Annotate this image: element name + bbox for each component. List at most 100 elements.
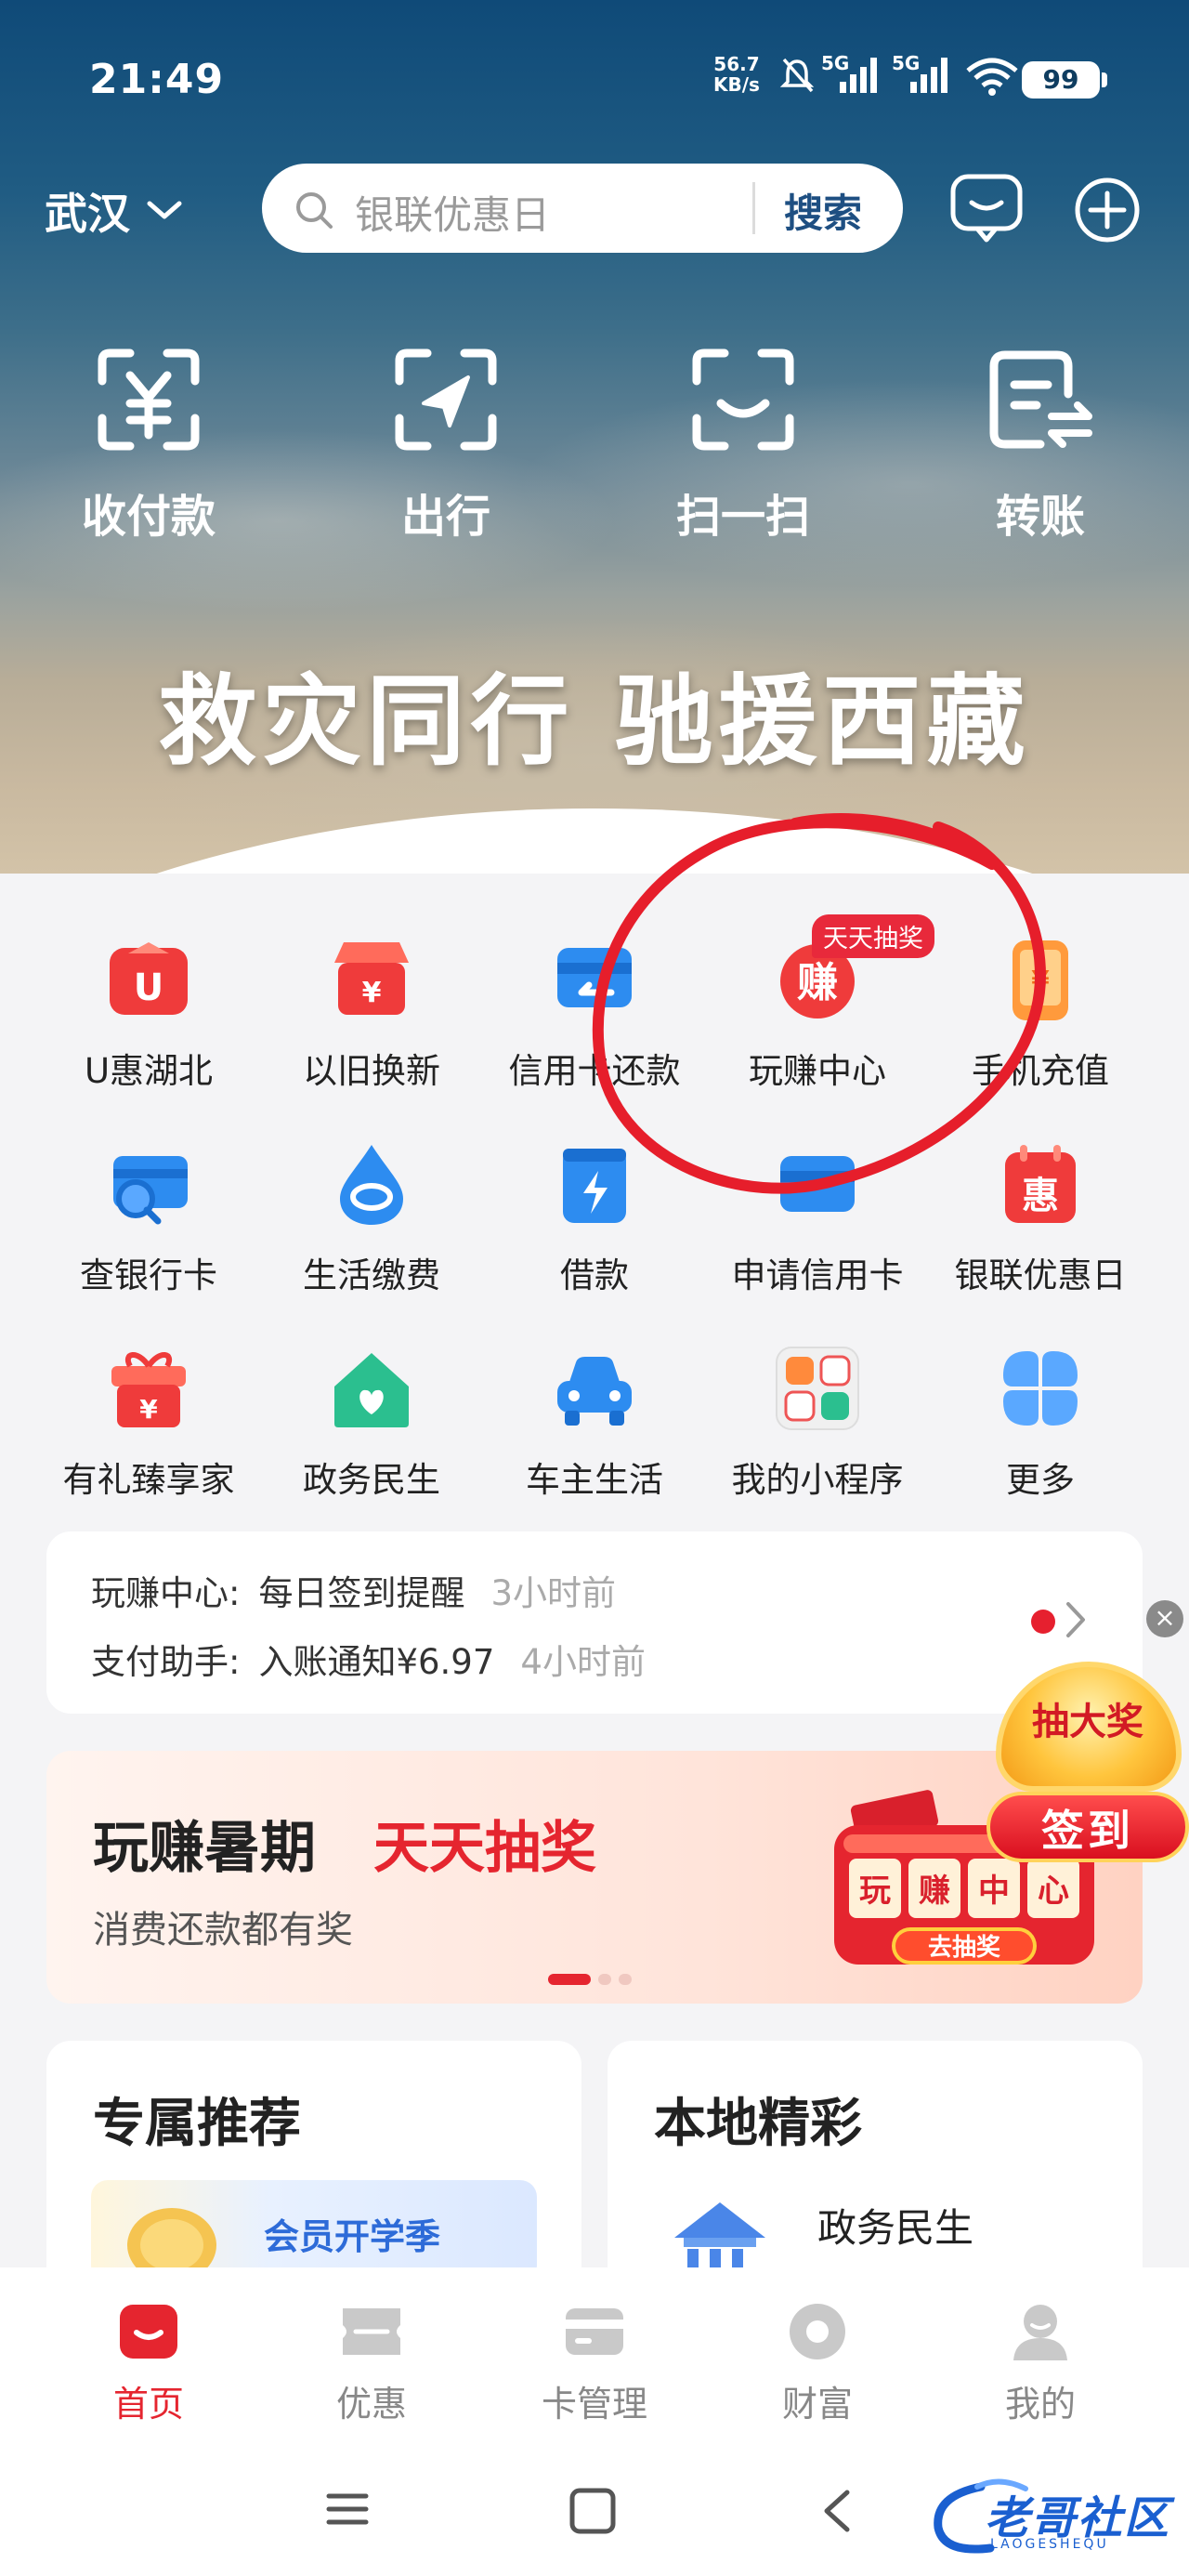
grid-play-earn[interactable]: 赚 天天抽奖 玩赚中心: [706, 914, 934, 1124]
grid-credit-repay[interactable]: 信用卡还款: [483, 920, 706, 1124]
tab-label: 卡管理: [541, 2384, 647, 2425]
grid-check-card[interactable]: 查银行卡: [37, 1124, 260, 1329]
slot-char: 赚: [919, 1873, 950, 1910]
message-icon[interactable]: [949, 173, 1024, 243]
grid-loan[interactable]: 借款: [483, 1124, 706, 1329]
water-drop-icon: [340, 1145, 403, 1225]
tab-cards[interactable]: 卡管理: [483, 2267, 706, 2453]
floating-lottery-widget[interactable]: 抽大奖 签到: [986, 1662, 1189, 1866]
svg-text:U: U: [134, 966, 163, 1009]
notice-card[interactable]: 玩赚中心: 每日签到提醒 3小时前 支付助手: 入账通知¥6.97 4小时前: [46, 1531, 1143, 1714]
notice-row: 玩赚中心: 每日签到提醒 3小时前: [91, 1565, 616, 1615]
quick-label-scan: 扫一扫: [675, 491, 810, 543]
grid-u-hui-hubei[interactable]: U U惠湖北: [37, 920, 260, 1124]
tab-label: 优惠: [335, 2384, 407, 2425]
card-title: 专属推荐: [93, 2094, 301, 2154]
quick-travel[interactable]: 出行: [297, 344, 594, 545]
quick-pay-receive[interactable]: 收付款: [0, 344, 297, 545]
tab-wealth[interactable]: 财富: [706, 2267, 929, 2453]
grid-label: 银联优惠日: [954, 1255, 1127, 1295]
notice-row: 支付助手: 入账通知¥6.97 4小时前: [91, 1634, 646, 1684]
card-title: 本地精彩: [654, 2094, 862, 2154]
grid-mini-programs[interactable]: 我的小程序: [706, 1329, 929, 1533]
search-button[interactable]: 搜索: [784, 182, 862, 239]
checkin-button[interactable]: 签到: [986, 1792, 1189, 1862]
add-icon[interactable]: [1074, 177, 1141, 243]
apply-card-icon: [780, 1156, 855, 1212]
grid-row-2: 查银行卡 生活缴费 借款 申请信用卡 惠 银联优惠日: [37, 1124, 1152, 1329]
grid-label: 玩赚中心: [749, 1051, 886, 1091]
grid-unionpay-day[interactable]: 惠 银联优惠日: [929, 1124, 1152, 1329]
menu-icon[interactable]: [325, 2487, 370, 2531]
mute-icon: [779, 58, 815, 93]
travel-icon: [395, 348, 497, 451]
grid-car-owner[interactable]: 车主生活: [483, 1329, 706, 1533]
grid-more[interactable]: 更多: [929, 1329, 1152, 1533]
quick-scan[interactable]: 扫一扫: [594, 344, 892, 545]
close-icon[interactable]: ×: [1146, 1600, 1183, 1637]
transfer-icon: [989, 350, 1092, 449]
more-icon: [1003, 1351, 1078, 1426]
net-speed: 56.7 KB/s: [713, 54, 760, 95]
svg-text:赚: 赚: [797, 959, 838, 1006]
home-heart-icon: [334, 1353, 409, 1427]
search-input[interactable]: 银联优惠日: [355, 184, 550, 241]
phone-topup-icon: ¥: [1013, 940, 1068, 1020]
tab-home[interactable]: 首页: [37, 2267, 260, 2453]
u-hui-icon: U: [110, 942, 188, 1015]
grid-row-1: U U惠湖北 ¥ 以旧换新 信用卡还款 赚 天天抽奖 玩赚中心 ¥ 手机充值: [37, 914, 1152, 1124]
notice-time: 3小时前: [490, 1573, 617, 1613]
svg-text:惠: 惠: [1022, 1175, 1059, 1217]
card-repay-icon: [557, 948, 632, 1007]
card-icon: [566, 2308, 623, 2355]
quick-transfer[interactable]: 转账: [892, 344, 1189, 545]
lottery-label: 抽大奖: [1032, 1701, 1143, 1743]
home-button-icon[interactable]: [568, 2487, 617, 2535]
scan-icon: [692, 348, 794, 451]
tab-offers[interactable]: 优惠: [260, 2267, 483, 2453]
promo-banner[interactable]: 玩赚暑期 天天抽奖 消费还款都有奖 玩 赚 中 心 去抽奖: [46, 1751, 1143, 2004]
grid-government[interactable]: 政务民生: [260, 1329, 483, 1533]
recommend-text: 会员开学季: [264, 2216, 441, 2257]
grid-trade-in[interactable]: ¥ 以旧换新: [260, 920, 483, 1124]
bank-card-icon: [113, 1156, 188, 1225]
grid-gift-home[interactable]: ¥ 有礼臻享家: [37, 1329, 260, 1533]
battery-indicator: 99: [1022, 61, 1107, 99]
grid-utility-bills[interactable]: 生活缴费: [260, 1124, 483, 1329]
grid-label: 信用卡还款: [508, 1051, 681, 1091]
lottery-badge: 天天抽奖: [812, 914, 934, 958]
search-bar[interactable]: 银联优惠日 搜索: [262, 164, 903, 253]
quick-label-transfer: 转账: [995, 491, 1085, 543]
notice-source: 支付助手:: [91, 1642, 241, 1682]
city-label: 武汉: [45, 189, 130, 239]
service-grid: U U惠湖北 ¥ 以旧换新 信用卡还款 赚 天天抽奖 玩赚中心 ¥ 手机充值 查…: [37, 914, 1152, 1533]
city-selector[interactable]: 武汉: [45, 180, 182, 242]
pay-receive-icon: [98, 348, 200, 451]
grid-phone-topup[interactable]: ¥ 手机充值: [929, 920, 1152, 1124]
calendar-icon: 惠: [1005, 1145, 1076, 1223]
user-icon: [1013, 2305, 1067, 2360]
grid-label: 生活缴费: [303, 1255, 440, 1295]
wealth-icon: [790, 2304, 845, 2359]
slot-char: 中: [978, 1873, 1010, 1910]
home-icon: [120, 2305, 177, 2359]
back-icon[interactable]: [817, 2487, 855, 2535]
tab-profile[interactable]: 我的: [929, 2267, 1152, 2453]
bottom-tab-bar: 首页 优惠 卡管理 财富 我的: [0, 2267, 1189, 2453]
grid-label: 车主生活: [526, 1460, 663, 1500]
grid-apply-credit[interactable]: 申请信用卡: [706, 1124, 929, 1329]
grid-label: 查银行卡: [80, 1255, 217, 1295]
svg-text:¥: ¥: [1031, 965, 1050, 995]
hero-slogan[interactable]: 救灾同行 驰援西藏: [0, 641, 1189, 784]
watermark-subtext: LAOGESHEQU: [990, 2537, 1109, 2552]
grid-label: U惠湖北: [84, 1051, 214, 1091]
car-icon: [557, 1357, 632, 1426]
tab-label: 首页: [112, 2384, 184, 2425]
chevron-right-icon[interactable]: [1063, 1598, 1091, 1641]
quick-label-travel: 出行: [400, 491, 490, 543]
grid-row-3: ¥ 有礼臻享家 政务民生 车主生活 我的小程序 更多: [37, 1329, 1152, 1533]
carousel-indicator: [548, 1974, 632, 1985]
svg-text:¥: ¥: [362, 977, 382, 1009]
top-bar: 武汉 银联优惠日 搜索: [0, 164, 1189, 253]
signal-icon: [840, 58, 877, 93]
